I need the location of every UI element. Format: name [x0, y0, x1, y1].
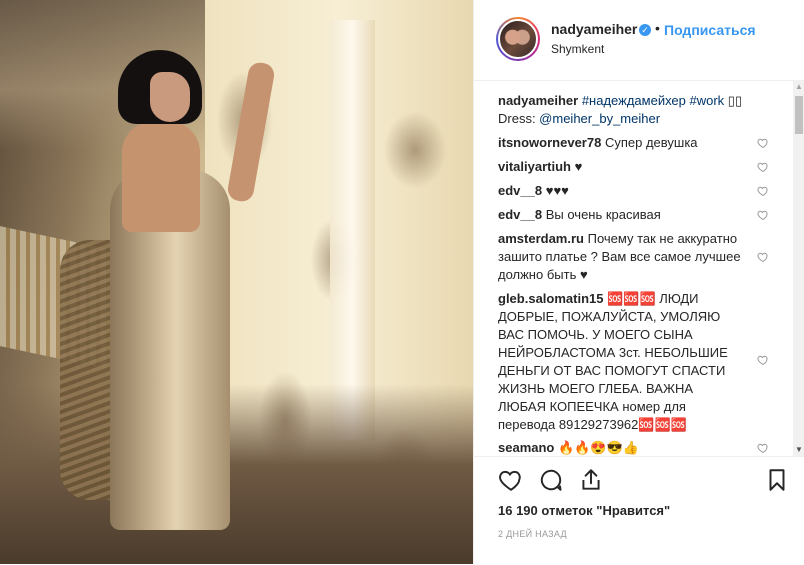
- comment-item: amsterdam.ru Почему так не аккуратно заш…: [498, 230, 748, 284]
- post-side-panel: nadyameiher ✓ • Подписаться Shymkent nad…: [473, 0, 804, 564]
- comment-username[interactable]: seamano: [498, 440, 554, 455]
- comments-scrollbar[interactable]: ▲ ▼: [793, 80, 804, 456]
- photo-face: [150, 72, 190, 122]
- comment-heart-icon[interactable]: [757, 185, 769, 197]
- comment-item: edv__8 Вы очень красивая: [498, 206, 758, 224]
- caption-mention[interactable]: @meiher_by_meiher: [539, 111, 660, 126]
- comment-heart-icon[interactable]: [757, 251, 769, 263]
- comment-heart-icon[interactable]: [757, 137, 769, 149]
- comment-item: seamano 🔥🔥😍😎👍: [498, 439, 758, 456]
- comment-text: 🆘🆘🆘 ЛЮДИ ДОБРЫЕ, ПОЖАЛУЙСТА, УМОЛЯЮ ВАС …: [498, 291, 728, 432]
- caption-hashtags[interactable]: #надеждамейхер #work: [582, 93, 724, 108]
- comment-username[interactable]: itsnowornever78: [498, 135, 601, 150]
- comment-text: Супер девушка: [604, 135, 698, 150]
- verified-icon: ✓: [639, 24, 651, 36]
- photo-back: [122, 122, 200, 232]
- comment-item: itsnowornever78 Супер девушка: [498, 134, 758, 152]
- likes-count[interactable]: 16 190 отметок "Нравится": [498, 503, 670, 518]
- bookmark-icon[interactable]: [764, 467, 790, 493]
- header-username[interactable]: nadyameiher: [551, 21, 637, 37]
- location-link[interactable]: Shymkent: [551, 42, 604, 56]
- follow-button[interactable]: Подписаться: [664, 22, 756, 38]
- comment-username[interactable]: vitaliyartiuh: [498, 159, 571, 174]
- avatar-ring[interactable]: [496, 17, 540, 61]
- comment-heart-icon[interactable]: [757, 209, 769, 221]
- comment-text: ♥: [574, 159, 583, 174]
- like-icon[interactable]: [498, 467, 524, 493]
- post-actions: 16 190 отметок "Нравится" 2 ДНЕЙ НАЗАД: [474, 456, 804, 565]
- comment-text: ♥♥♥: [545, 183, 569, 198]
- caption-emoji: ▯▯: [724, 93, 743, 108]
- comment-username[interactable]: gleb.salomatin15: [498, 291, 603, 306]
- post-timestamp[interactable]: 2 ДНЕЙ НАЗАД: [498, 529, 567, 539]
- photo-pillar: [330, 20, 375, 440]
- comment-heart-icon[interactable]: [757, 161, 769, 173]
- post-header: nadyameiher ✓ • Подписаться Shymkent: [474, 0, 804, 81]
- header-separator-dot: •: [655, 20, 660, 36]
- comment-text: Вы очень красивая: [545, 207, 661, 222]
- comment-username[interactable]: edv__8: [498, 207, 542, 222]
- scroll-up-arrow-icon[interactable]: ▲: [795, 82, 803, 91]
- comments-list[interactable]: nadyameiher #надеждамейхер #work ▯▯ Dres…: [474, 80, 804, 456]
- scroll-down-arrow-icon[interactable]: ▼: [795, 445, 803, 454]
- comment-text: 🔥🔥😍😎👍: [558, 440, 639, 455]
- caption-username[interactable]: nadyameiher: [498, 93, 578, 108]
- comment-heart-icon[interactable]: [757, 442, 769, 454]
- share-icon[interactable]: [578, 467, 604, 493]
- comment-username[interactable]: amsterdam.ru: [498, 231, 584, 246]
- comment-icon[interactable]: [538, 467, 564, 493]
- post-photo[interactable]: [0, 0, 473, 564]
- comment-item: vitaliyartiuh ♥: [498, 158, 758, 176]
- avatar[interactable]: [498, 19, 538, 59]
- comment-item: gleb.salomatin15 🆘🆘🆘 ЛЮДИ ДОБРЫЕ, ПОЖАЛУ…: [498, 290, 743, 434]
- comment-item: edv__8 ♥♥♥: [498, 182, 758, 200]
- comment-username[interactable]: edv__8: [498, 183, 542, 198]
- comment-heart-icon[interactable]: [757, 354, 769, 366]
- scrollbar-thumb[interactable]: [795, 96, 803, 134]
- caption-dress-label: Dress:: [498, 111, 540, 126]
- caption: nadyameiher #надеждамейхер #work ▯▯ Dres…: [498, 92, 768, 128]
